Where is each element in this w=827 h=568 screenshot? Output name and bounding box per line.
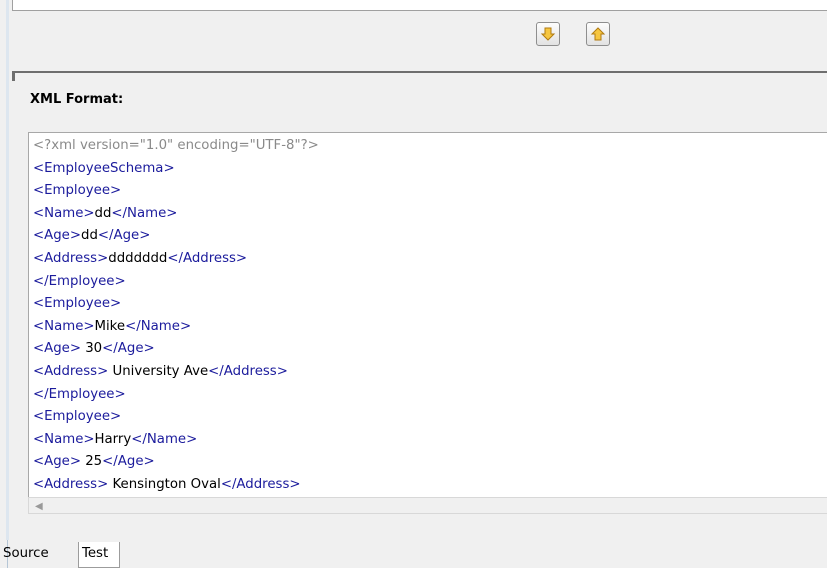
xml-value: Kensington Oval [108, 477, 221, 492]
xml-value: 25 [81, 454, 103, 470]
xml-line: <Name>Harry</Name> [33, 432, 197, 448]
xml-open-tag: <Age> [33, 228, 81, 244]
arrow-down-icon [540, 27, 556, 41]
editor-left-margin [6, 0, 9, 540]
xml-line: <Employee> [33, 296, 121, 312]
tab-test[interactable]: Test [78, 542, 120, 568]
xml-close-tag: </Name> [131, 431, 198, 447]
xml-value: 30 [81, 341, 103, 357]
xml-value: University Ave [108, 364, 209, 379]
xml-line: <Employee> [33, 409, 121, 425]
xml-value: ddddddd [108, 251, 168, 266]
xml-value: dd [81, 228, 98, 244]
xml-line: <Age> 30</Age> [33, 341, 155, 357]
xml-close-tag: </Age> [97, 228, 151, 244]
arrow-up-icon [590, 27, 606, 41]
xml-line: </Employee> [33, 274, 126, 290]
xml-open-tag: <Address> [33, 364, 109, 379]
xml-open-tag: <Address> [33, 477, 109, 492]
xml-line: </Employee> [33, 387, 126, 403]
bottom-area [12, 514, 827, 538]
xml-value: Mike [94, 318, 126, 334]
xml-text-area[interactable]: <?xml version="1.0" encoding="UTF-8"?> <E… [28, 132, 827, 498]
xml-close-tag: </Address> [208, 364, 288, 379]
panel-divider-corner [12, 71, 15, 81]
xml-close-tag: </Address> [220, 477, 301, 492]
xml-line: <Name>Mike</Name> [33, 319, 191, 335]
button-area [12, 11, 827, 71]
xml-line: <Name>dd</Name> [33, 206, 177, 222]
xml-tag: <Employee> [33, 183, 122, 199]
xml-value: Harry [94, 431, 132, 447]
xml-line: <Age> 25</Age> [33, 454, 155, 470]
xml-tag: <Employee> [33, 296, 122, 312]
panel-divider[interactable] [12, 71, 827, 73]
xml-close-tag: </Age> [102, 341, 155, 357]
xml-tag: </Employee> [33, 386, 126, 402]
horizontal-scrollbar[interactable]: ◀ [28, 497, 827, 514]
xml-close-tag: </Name> [111, 205, 178, 221]
xml-open-tag: <Age> [33, 341, 81, 357]
xml-tag: </Employee> [33, 273, 126, 289]
xml-open-tag: <Name> [33, 205, 95, 221]
move-down-button[interactable] [536, 22, 560, 46]
xml-declaration: <?xml version="1.0" encoding="UTF-8"?> [33, 138, 319, 153]
section-title: XML Format: [30, 92, 124, 107]
xml-line: <EmployeeSchema> [33, 161, 175, 177]
xml-open-tag: <Name> [33, 318, 95, 334]
xml-tag: <EmployeeSchema> [33, 160, 175, 176]
xml-line: <Address>ddddddd</Address> [33, 251, 247, 267]
xml-close-tag: </Address> [167, 251, 248, 266]
xml-line: <Age>dd</Age> [33, 228, 150, 244]
xml-open-tag: <Age> [33, 454, 81, 470]
xml-close-tag: </Name> [125, 318, 192, 334]
xml-close-tag: </Age> [102, 454, 155, 470]
scroll-left-icon[interactable]: ◀ [35, 501, 43, 512]
xml-line: <Address> Kensington Oval</Address> [33, 477, 301, 493]
move-up-button[interactable] [586, 22, 610, 46]
xml-open-tag: <Name> [33, 431, 95, 447]
xml-value: dd [94, 205, 112, 221]
xml-line: <Employee> [33, 183, 121, 199]
xml-line: <Address> University Ave</Address> [33, 364, 288, 380]
xml-tag: <Employee> [33, 409, 122, 425]
tab-source[interactable]: Source [0, 542, 76, 568]
top-panel [12, 0, 827, 11]
xml-line: <?xml version="1.0" encoding="UTF-8"?> [33, 138, 319, 154]
xml-open-tag: <Address> [33, 251, 109, 266]
